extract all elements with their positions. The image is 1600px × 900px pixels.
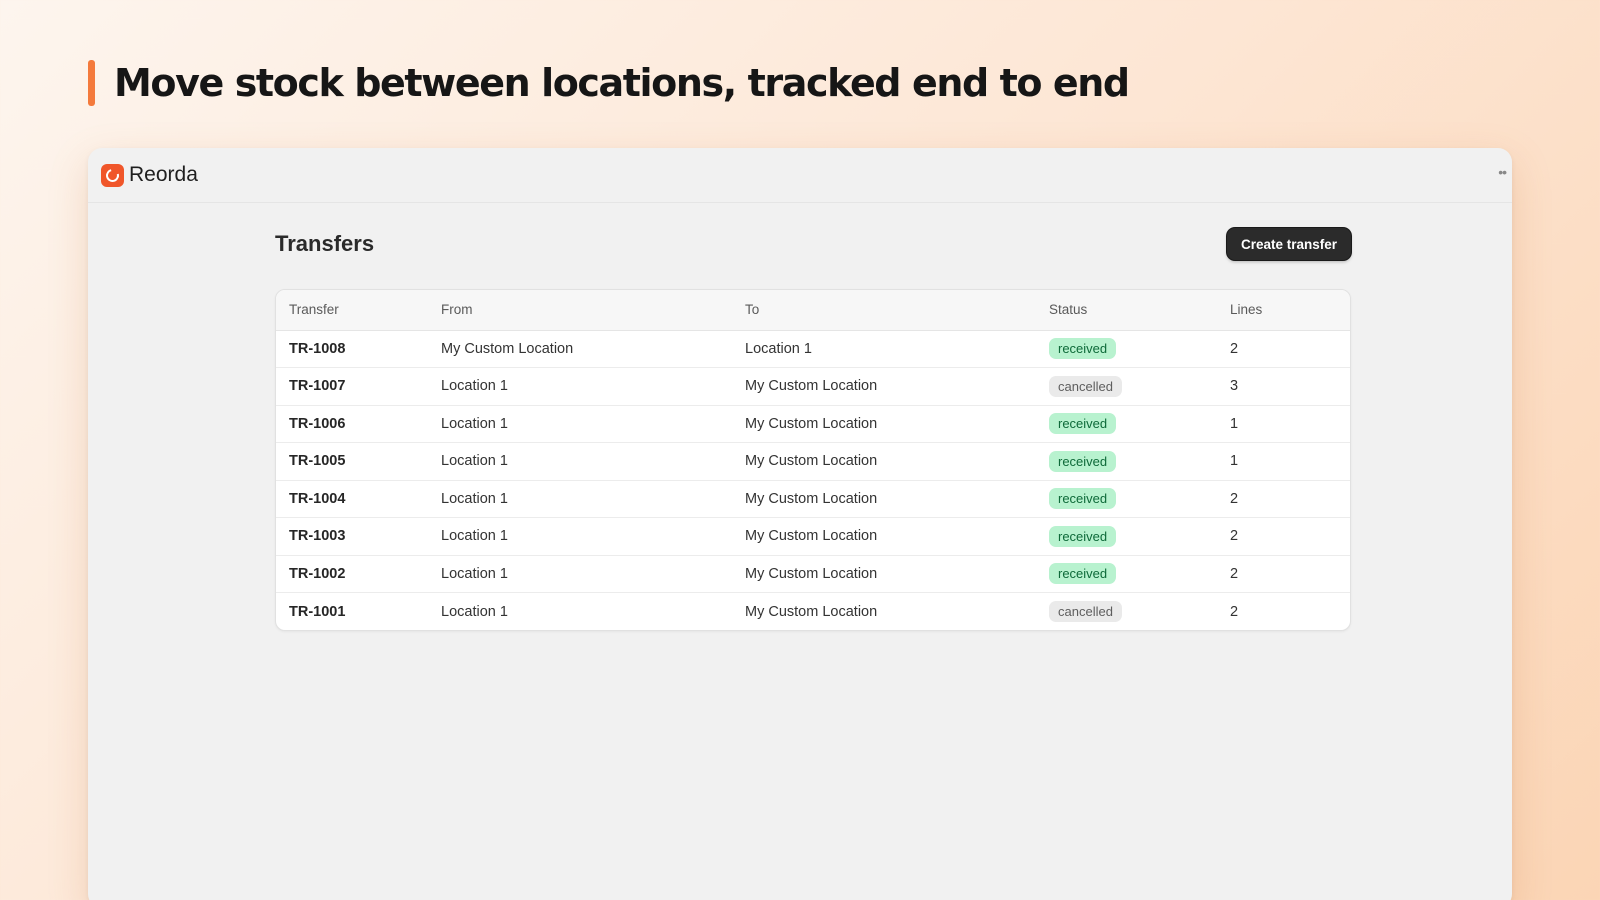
status-cell: received (1036, 404, 1217, 443)
lines-count: 2 (1217, 554, 1350, 593)
status-cell: received (1036, 479, 1217, 518)
transfer-id[interactable]: TR-1005 (276, 442, 428, 480)
lines-count: 2 (1217, 592, 1350, 630)
status-cell: cancelled (1036, 592, 1217, 630)
create-transfer-button[interactable]: Create transfer (1226, 228, 1351, 260)
reorda-logo-icon (101, 163, 124, 187)
lines-count: 2 (1230, 340, 1239, 357)
transfer-id[interactable]: TR-1006 (276, 404, 428, 443)
from-location: Location 1 (428, 442, 732, 480)
page-title: Transfers (275, 231, 375, 256)
to-location: My Custom Location (732, 479, 1036, 518)
table-row[interactable]: TR-1001 Location 1 My Custom Location cance… (276, 592, 1350, 630)
table-header-row: Transfer From To Status Lines (276, 290, 1350, 331)
transfer-id[interactable]: TR-1004 (276, 479, 428, 518)
headline: Move stock between locations, tracked en… (88, 60, 1130, 106)
status-cell: received (1036, 330, 1217, 368)
from-location: Location 1 (428, 554, 732, 593)
more-dots-icon[interactable]: •• (1498, 164, 1507, 180)
transfers-table-card: Transfer From To Status Lines TR-1008 My … (275, 289, 1351, 631)
headline-text: Move stock between locations, tracked en… (114, 61, 1130, 105)
column-header-transfer[interactable]: Transfer (276, 290, 428, 331)
transfer-id[interactable]: TR-1008 (276, 330, 428, 368)
table-row[interactable]: TR-1003 Location 1 My Custom Location recei… (276, 517, 1350, 555)
lines-count: 1 (1217, 442, 1350, 480)
to-location: My Custom Location (732, 592, 1036, 630)
column-header-lines[interactable]: Lines (1217, 290, 1350, 331)
table-row[interactable]: TR-1005 Location 1 My Custom Location recei… (276, 442, 1350, 480)
main-content: Transfers Create transfer Transfer From … (275, 228, 1351, 631)
status-cell: received (1036, 517, 1217, 555)
status-badge: cancelled (1049, 601, 1122, 622)
to-location: My Custom Location (732, 517, 1036, 555)
transfer-id[interactable]: TR-1003 (276, 517, 428, 555)
status-badge: received (1049, 525, 1117, 547)
transfer-id[interactable]: TR-1002 (276, 554, 428, 593)
status-cell: received (1036, 554, 1217, 593)
to-location: My Custom Location (732, 367, 1036, 405)
lines-count: 1 (1217, 404, 1350, 443)
transfer-id[interactable]: TR-1001 (276, 592, 428, 630)
table-row[interactable]: TR-1008 My Custom Location Location 1 recei… (276, 330, 1350, 368)
column-header-to[interactable]: To (732, 290, 1036, 331)
to-location: My Custom Location (732, 404, 1036, 443)
from-location: Location 1 (428, 404, 732, 443)
from-location: Location 1 (428, 517, 732, 555)
transfer-id[interactable]: TR-1007 (276, 367, 428, 405)
to-location: My Custom Location (732, 442, 1036, 480)
from-location: My Custom Location (441, 340, 574, 357)
from-location: Location 1 (428, 592, 732, 630)
page-header: Transfers Create transfer (275, 228, 1351, 260)
lines-count: 2 (1217, 479, 1350, 518)
column-header-status[interactable]: Status (1036, 290, 1217, 331)
from-location: Location 1 (428, 479, 732, 518)
from-location: Location 1 (428, 367, 732, 405)
table-row[interactable]: TR-1002 Location 1 My Custom Location recei… (276, 554, 1350, 593)
table-body: TR-1008 My Custom Location Location 1 recei… (276, 330, 1350, 630)
brand-name: Reorda (129, 163, 198, 186)
status-cell: received (1036, 442, 1217, 480)
column-header-from[interactable]: From (428, 290, 732, 331)
status-badge: received (1049, 488, 1117, 510)
to-location: My Custom Location (732, 554, 1036, 593)
to-location: Location 1 (745, 340, 812, 357)
status-badge: received (1049, 450, 1117, 472)
app-window: Reorda •• Transfers Create transfer Tran… (88, 148, 1512, 900)
headline-accent-bar (88, 60, 95, 106)
status-badge: received (1049, 413, 1117, 435)
lines-count: 2 (1217, 517, 1350, 555)
status-badge: cancelled (1049, 375, 1122, 397)
lines-count: 3 (1217, 367, 1350, 405)
status-badge: received (1049, 563, 1117, 585)
app-topbar: Reorda •• (88, 148, 1512, 203)
table-row[interactable]: TR-1007 Location 1 My Custom Location cance… (276, 367, 1350, 405)
transfers-table: Transfer From To Status Lines TR-1008 My … (276, 290, 1350, 630)
table-row[interactable]: TR-1004 Location 1 My Custom Location recei… (276, 479, 1350, 518)
status-badge: received (1049, 338, 1117, 360)
table-row[interactable]: TR-1006 Location 1 My Custom Location recei… (276, 404, 1350, 443)
status-cell: cancelled (1036, 367, 1217, 405)
